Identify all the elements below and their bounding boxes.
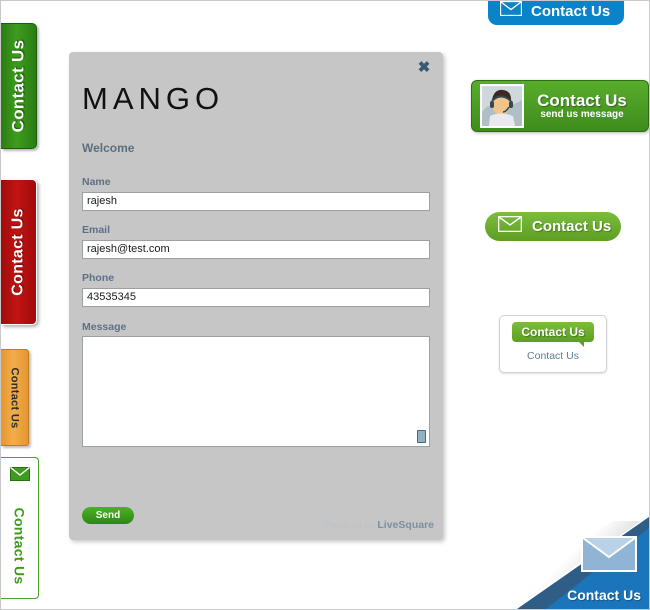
field-phone: Phone — [82, 272, 430, 307]
field-message-label: Message — [82, 321, 127, 333]
widget-green-pill[interactable]: Contact Us — [485, 212, 621, 241]
envelope-icon — [9, 466, 30, 486]
widget-corner-curl[interactable]: Contact Us — [517, 517, 649, 609]
side-tab-green-label: Contact Us — [8, 39, 28, 133]
brand-logo: MANGO — [82, 81, 225, 116]
widget-blue-pill-label: Contact Us — [531, 2, 611, 20]
email-input[interactable] — [82, 239, 430, 259]
support-agent-photo — [480, 84, 524, 128]
close-icon[interactable]: ✖ — [415, 59, 433, 77]
field-name-label: Name — [82, 176, 111, 188]
side-tab-orange-label: Contact Us — [8, 366, 21, 429]
welcome-heading: Welcome — [82, 141, 135, 155]
side-tab-red-label: Contact Us — [9, 208, 27, 296]
field-email-label: Email — [82, 224, 111, 236]
message-textarea[interactable] — [82, 336, 430, 447]
phone-input[interactable] — [82, 287, 430, 307]
envelope-icon — [499, 1, 523, 21]
widget-blue-pill[interactable]: Contact Us — [488, 1, 624, 25]
side-tab-orange[interactable]: Contact Us — [1, 349, 29, 446]
widget-card: Contact Us Contact Us — [499, 315, 607, 373]
widget-green-banner-text: Contact Us send us message — [524, 90, 640, 120]
widget-corner-curl-label: Contact Us — [567, 587, 641, 603]
envelope-icon — [497, 215, 523, 237]
side-tab-envelope-button[interactable] — [1, 457, 39, 495]
field-phone-label: Phone — [82, 272, 115, 284]
powered-by: Powered by LiveSquare — [325, 519, 434, 531]
widget-green-banner[interactable]: Contact Us send us message — [471, 80, 649, 132]
name-input[interactable] — [82, 191, 430, 211]
page-root: Contact Us Contact Us Contact Us Contact… — [0, 0, 650, 610]
field-email: Email — [82, 224, 430, 259]
powered-by-prefix: Powered by — [324, 520, 378, 531]
widget-card-button[interactable]: Contact Us — [512, 322, 594, 347]
widget-green-banner-title: Contact Us — [537, 90, 627, 110]
powered-by-brand: LiveSquare — [377, 519, 434, 531]
widget-green-banner-subtitle: send us message — [540, 108, 624, 120]
side-tab-white[interactable]: Contact Us — [1, 494, 39, 599]
field-name: Name — [82, 176, 430, 211]
widget-green-pill-label: Contact Us — [532, 218, 612, 235]
side-tab-white-label: Contact Us — [11, 507, 28, 585]
envelope-icon — [581, 536, 637, 577]
resize-handle-icon[interactable] — [417, 430, 426, 443]
send-button[interactable]: Send — [82, 507, 134, 524]
field-message: Message — [82, 321, 430, 447]
widget-card-link[interactable]: Contact Us — [500, 350, 606, 362]
contact-modal: ✖ MANGO Welcome Name Email Phone Message… — [69, 52, 443, 540]
side-tab-red[interactable]: Contact Us — [1, 179, 37, 325]
side-tab-green[interactable]: Contact Us — [1, 23, 37, 149]
